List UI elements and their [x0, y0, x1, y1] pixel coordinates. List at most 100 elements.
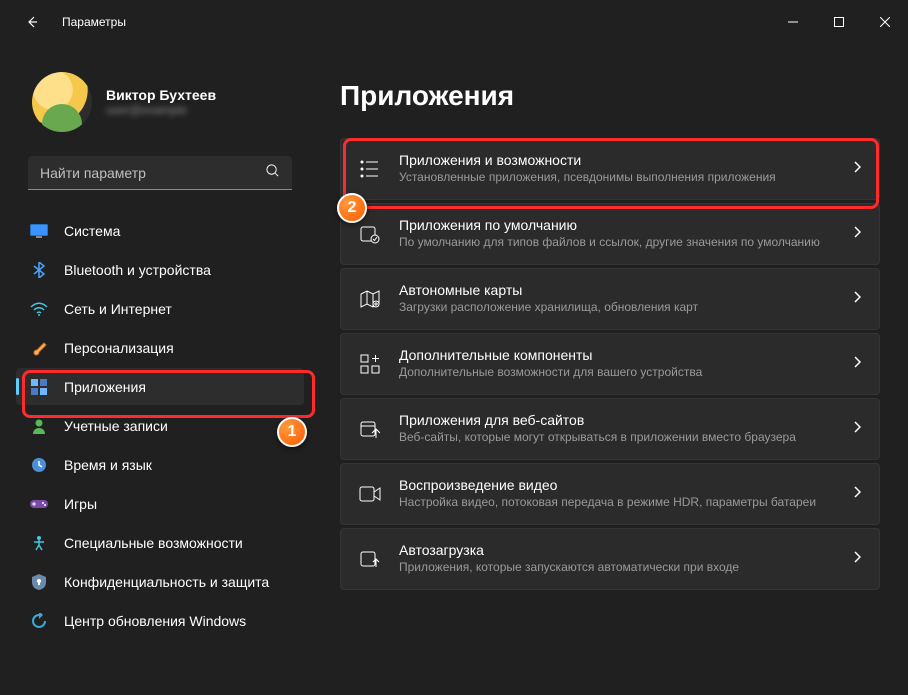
- card-text: Приложения для веб-сайтов Веб-сайты, кот…: [399, 412, 835, 446]
- chevron-right-icon: [853, 485, 861, 503]
- bluetooth-icon: [30, 261, 48, 279]
- settings-card-feature[interactable]: Дополнительные компоненты Дополнительные…: [340, 333, 880, 395]
- sidebar-item-wifi[interactable]: Сеть и Интернет: [16, 290, 304, 327]
- a11y-icon: [30, 534, 48, 552]
- card-text: Автономные карты Загрузки расположение х…: [399, 282, 835, 316]
- close-button[interactable]: [862, 2, 908, 42]
- feature-icon: [359, 354, 381, 374]
- arrow-left-icon: [24, 14, 40, 30]
- settings-cards: Приложения и возможности Установленные п…: [340, 138, 880, 590]
- card-title: Автозагрузка: [399, 542, 835, 558]
- search-icon: [265, 163, 280, 183]
- update-icon: [30, 612, 48, 630]
- settings-card-list[interactable]: Приложения и возможности Установленные п…: [340, 138, 880, 200]
- page-title: Приложения: [340, 80, 880, 112]
- sidebar-item-label: Игры: [64, 496, 97, 512]
- sidebar-item-account[interactable]: Учетные записи: [16, 407, 304, 444]
- minimize-icon: [788, 17, 798, 27]
- card-text: Воспроизведение видео Настройка видео, п…: [399, 477, 835, 511]
- main-content: Приложения Приложения и возможности Уста…: [320, 44, 908, 695]
- card-title: Приложения и возможности: [399, 152, 835, 168]
- card-title: Автономные карты: [399, 282, 835, 298]
- chevron-right-icon: [853, 290, 861, 308]
- search-box[interactable]: [28, 156, 292, 190]
- card-title: Воспроизведение видео: [399, 477, 835, 493]
- maximize-icon: [834, 17, 844, 27]
- sidebar-item-privacy[interactable]: Конфиденциальность и защита: [16, 563, 304, 600]
- settings-card-video[interactable]: Воспроизведение видео Настройка видео, п…: [340, 463, 880, 525]
- card-subtitle: Приложения, которые запускаются автомати…: [399, 560, 835, 576]
- search-input[interactable]: [40, 165, 265, 181]
- sidebar-item-bluetooth[interactable]: Bluetooth и устройства: [16, 251, 304, 288]
- window-title: Параметры: [62, 15, 126, 29]
- default-icon: [359, 224, 381, 244]
- sidebar: Виктор Бухтеев user@example Система Bluet…: [0, 44, 320, 695]
- card-subtitle: Загрузки расположение хранилища, обновле…: [399, 300, 835, 316]
- sidebar-item-a11y[interactable]: Специальные возможности: [16, 524, 304, 561]
- sidebar-nav: Система Bluetooth и устройства Сеть и Инте…: [12, 212, 308, 639]
- back-button[interactable]: [18, 8, 46, 36]
- card-title: Дополнительные компоненты: [399, 347, 835, 363]
- card-subtitle: Веб-сайты, которые могут открываться в п…: [399, 430, 835, 446]
- minimize-button[interactable]: [770, 2, 816, 42]
- card-subtitle: Дополнительные возможности для вашего ус…: [399, 365, 835, 381]
- startup-icon: [359, 549, 381, 569]
- sidebar-item-time[interactable]: Время и язык: [16, 446, 304, 483]
- chevron-right-icon: [853, 355, 861, 373]
- card-subtitle: Установленные приложения, псевдонимы вып…: [399, 170, 835, 186]
- apps-icon: [30, 378, 48, 396]
- sidebar-item-label: Персонализация: [64, 340, 174, 356]
- games-icon: [30, 495, 48, 513]
- card-title: Приложения по умолчанию: [399, 217, 835, 233]
- annotation-callout-2: 2: [337, 193, 367, 223]
- settings-card-default[interactable]: Приложения по умолчанию По умолчанию для…: [340, 203, 880, 265]
- annotation-callout-1: 1: [277, 417, 307, 447]
- card-subtitle: Настройка видео, потоковая передача в ре…: [399, 495, 835, 511]
- list-icon: [359, 160, 381, 178]
- sidebar-item-label: Bluetooth и устройства: [64, 262, 211, 278]
- maximize-button[interactable]: [816, 2, 862, 42]
- sidebar-item-label: Конфиденциальность и защита: [64, 574, 269, 590]
- account-icon: [30, 417, 48, 435]
- video-icon: [359, 486, 381, 502]
- brush-icon: [30, 339, 48, 357]
- user-block[interactable]: Виктор Бухтеев user@example: [12, 44, 308, 152]
- window-controls: [770, 2, 908, 42]
- chevron-right-icon: [853, 225, 861, 243]
- card-title: Приложения для веб-сайтов: [399, 412, 835, 428]
- sidebar-item-label: Учетные записи: [64, 418, 168, 434]
- time-icon: [30, 456, 48, 474]
- chevron-right-icon: [853, 160, 861, 178]
- titlebar: Параметры: [0, 0, 908, 44]
- chevron-right-icon: [853, 420, 861, 438]
- card-text: Автозагрузка Приложения, которые запуска…: [399, 542, 835, 576]
- card-subtitle: По умолчанию для типов файлов и ссылок, …: [399, 235, 835, 251]
- card-text: Приложения по умолчанию По умолчанию для…: [399, 217, 835, 251]
- sidebar-item-label: Центр обновления Windows: [64, 613, 246, 629]
- user-name: Виктор Бухтеев: [106, 87, 216, 103]
- privacy-icon: [30, 573, 48, 591]
- settings-card-map[interactable]: Автономные карты Загрузки расположение х…: [340, 268, 880, 330]
- sidebar-item-update[interactable]: Центр обновления Windows: [16, 602, 304, 639]
- map-icon: [359, 290, 381, 308]
- sidebar-item-label: Система: [64, 223, 120, 239]
- settings-card-web[interactable]: Приложения для веб-сайтов Веб-сайты, кот…: [340, 398, 880, 460]
- settings-card-startup[interactable]: Автозагрузка Приложения, которые запуска…: [340, 528, 880, 590]
- sidebar-item-games[interactable]: Игры: [16, 485, 304, 522]
- sidebar-item-brush[interactable]: Персонализация: [16, 329, 304, 366]
- sidebar-item-system[interactable]: Система: [16, 212, 304, 249]
- wifi-icon: [30, 300, 48, 318]
- sidebar-item-label: Время и язык: [64, 457, 152, 473]
- avatar: [32, 72, 92, 132]
- sidebar-item-label: Специальные возможности: [64, 535, 243, 551]
- system-icon: [30, 222, 48, 240]
- card-text: Приложения и возможности Установленные п…: [399, 152, 835, 186]
- sidebar-item-label: Сеть и Интернет: [64, 301, 172, 317]
- card-text: Дополнительные компоненты Дополнительные…: [399, 347, 835, 381]
- chevron-right-icon: [853, 550, 861, 568]
- close-icon: [880, 17, 890, 27]
- sidebar-item-label: Приложения: [64, 379, 146, 395]
- sidebar-item-apps[interactable]: Приложения: [16, 368, 304, 405]
- user-email: user@example: [106, 103, 216, 117]
- web-icon: [359, 419, 381, 439]
